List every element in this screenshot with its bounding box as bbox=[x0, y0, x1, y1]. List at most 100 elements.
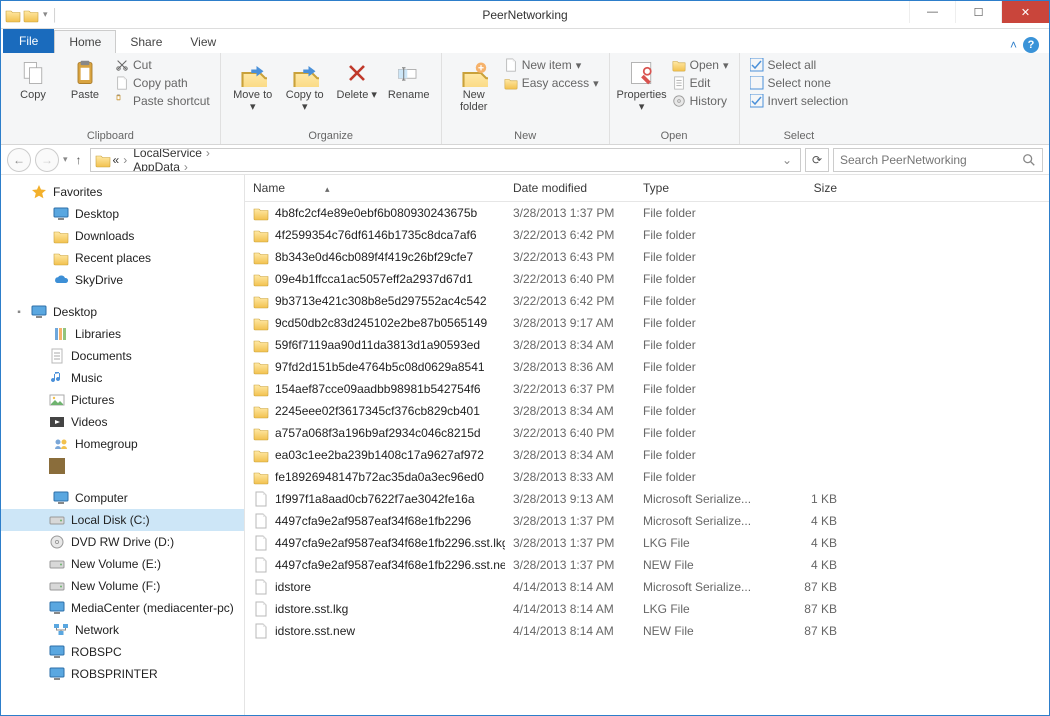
file-row[interactable]: 4497cfa9e2af9587eaf34f68e1fb2296.sst.lkg… bbox=[245, 532, 1049, 554]
new-item-button[interactable]: New item ▾ bbox=[502, 57, 601, 73]
file-row[interactable]: 9b3713e421c308b8e5d297552ac4c5423/22/201… bbox=[245, 290, 1049, 312]
address-dropdown-icon[interactable]: ⌄ bbox=[778, 153, 796, 167]
home-tab[interactable]: Home bbox=[54, 30, 116, 53]
qat-dropdown-icon[interactable]: ▾ bbox=[41, 9, 50, 20]
copy-path-button[interactable]: Copy path bbox=[113, 75, 212, 91]
file-row[interactable]: ea03c1ee2ba239b1408c17a9627af9723/28/201… bbox=[245, 444, 1049, 466]
delete-button[interactable]: Delete ▾ bbox=[333, 57, 381, 103]
nav-net-item[interactable]: ROBSPC bbox=[1, 641, 244, 663]
col-size[interactable]: Size bbox=[765, 179, 845, 197]
invert-selection-button[interactable]: Invert selection bbox=[748, 93, 851, 109]
file-row[interactable]: a757a068f3a196b9af2934c046c8215d3/22/201… bbox=[245, 422, 1049, 444]
nav-fav-item[interactable]: Recent places bbox=[1, 247, 244, 269]
maximize-button[interactable]: ☐ bbox=[955, 1, 1001, 23]
file-row[interactable]: 154aef87cce09aadbb98981b542754f63/22/201… bbox=[245, 378, 1049, 400]
folder-icon bbox=[253, 425, 269, 441]
copy-to-button[interactable]: Copy to ▾ bbox=[281, 57, 329, 115]
nav-lib-item[interactable]: Music bbox=[1, 367, 244, 389]
file-row[interactable]: fe18926948147b72ac35da0a3ec96ed03/28/201… bbox=[245, 466, 1049, 488]
view-tab[interactable]: View bbox=[176, 31, 230, 53]
col-date[interactable]: Date modified bbox=[505, 179, 635, 197]
nav-drive-item[interactable]: MediaCenter (mediacenter-pc) bbox=[1, 597, 244, 619]
select-all-button[interactable]: Select all bbox=[748, 57, 851, 73]
nav-net-item[interactable]: ROBSPRINTER bbox=[1, 663, 244, 685]
nav-desktop[interactable]: ▪Desktop bbox=[1, 301, 244, 323]
nav-fav-item[interactable]: Desktop bbox=[1, 203, 244, 225]
close-button[interactable]: ✕ bbox=[1001, 1, 1049, 23]
col-name[interactable]: Name▴ bbox=[245, 179, 505, 197]
new-label: New bbox=[450, 128, 601, 142]
history-button[interactable]: History bbox=[670, 93, 731, 109]
folder-icon bbox=[253, 359, 269, 375]
nav-lib-item[interactable]: Documents bbox=[1, 345, 244, 367]
ribbon-group-open: Properties ▾ Open ▾ Edit History Open bbox=[610, 53, 740, 144]
rename-button[interactable]: Rename bbox=[385, 57, 433, 103]
edit-button[interactable]: Edit bbox=[670, 75, 731, 91]
nav-lib-item[interactable]: Pictures bbox=[1, 389, 244, 411]
file-row[interactable]: 2245eee02f3617345cf376cb829cb4013/28/201… bbox=[245, 400, 1049, 422]
file-row[interactable]: 4b8fc2cf4e89e0ebf6b080930243675b3/28/201… bbox=[245, 202, 1049, 224]
copy-button[interactable]: Copy bbox=[9, 57, 57, 103]
search-input[interactable] bbox=[840, 153, 1022, 167]
new-folder-button[interactable]: New folder bbox=[450, 57, 498, 115]
nav-libraries[interactable]: Libraries bbox=[1, 323, 244, 345]
folder-icon bbox=[253, 315, 269, 331]
qat-folder-icon[interactable] bbox=[23, 7, 39, 23]
folder-icon bbox=[253, 403, 269, 419]
nav-fav-item[interactable]: SkyDrive bbox=[1, 269, 244, 291]
history-dropdown-icon[interactable]: ▾ bbox=[63, 154, 68, 165]
back-button[interactable]: ← bbox=[7, 148, 31, 172]
search-box[interactable] bbox=[833, 148, 1043, 172]
column-headers[interactable]: Name▴ Date modified Type Size bbox=[245, 175, 1049, 202]
file-row[interactable]: 1f997f1a8aad0cb7622f7ae3042fe16a3/28/201… bbox=[245, 488, 1049, 510]
refresh-button[interactable]: ⟳ bbox=[805, 148, 829, 172]
file-row[interactable]: idstore.sst.lkg4/14/2013 8:14 AMLKG File… bbox=[245, 598, 1049, 620]
nav-network[interactable]: Network bbox=[1, 619, 244, 641]
file-list[interactable]: Name▴ Date modified Type Size 4b8fc2cf4e… bbox=[245, 175, 1049, 715]
file-row[interactable]: 4f2599354c76df6146b1735c8dca7af63/22/201… bbox=[245, 224, 1049, 246]
nav-fav-item[interactable]: Downloads bbox=[1, 225, 244, 247]
select-none-button[interactable]: Select none bbox=[748, 75, 851, 91]
breadcrumb-box[interactable]: «› Windows›ServiceProfiles›LocalService›… bbox=[90, 148, 801, 172]
minimize-button[interactable]: — bbox=[909, 1, 955, 23]
breadcrumb-item[interactable]: LocalService› bbox=[133, 148, 230, 160]
file-row[interactable]: 59f6f7119aa90d11da3813d1a90593ed3/28/201… bbox=[245, 334, 1049, 356]
file-icon bbox=[253, 601, 269, 617]
file-row[interactable]: idstore.sst.new4/14/2013 8:14 AMNEW File… bbox=[245, 620, 1049, 642]
col-type[interactable]: Type bbox=[635, 179, 765, 197]
nav-lib-item[interactable]: Videos bbox=[1, 411, 244, 433]
file-row[interactable]: 09e4b1ffcca1ac5057eff2a2937d67d13/22/201… bbox=[245, 268, 1049, 290]
collapse-ribbon-icon[interactable]: ˄ bbox=[1010, 38, 1017, 52]
ribbon-group-select: Select all Select none Invert selection … bbox=[740, 53, 859, 144]
nav-favorites[interactable]: Favorites bbox=[1, 181, 244, 203]
breadcrumb-overflow[interactable]: «› bbox=[113, 153, 132, 167]
nav-pane[interactable]: Favorites DesktopDownloadsRecent placesS… bbox=[1, 175, 245, 715]
nav-drive-item[interactable]: New Volume (E:) bbox=[1, 553, 244, 575]
forward-button[interactable]: → bbox=[35, 148, 59, 172]
nav-drive-item[interactable]: New Volume (F:) bbox=[1, 575, 244, 597]
file-row[interactable]: 8b343e0d46cb089f4f419c26bf29cfe73/22/201… bbox=[245, 246, 1049, 268]
move-to-button[interactable]: Move to ▾ bbox=[229, 57, 277, 115]
nav-computer[interactable]: Computer bbox=[1, 487, 244, 509]
file-row[interactable]: 9cd50db2c83d245102e2be87b05651493/28/201… bbox=[245, 312, 1049, 334]
open-button[interactable]: Open ▾ bbox=[670, 57, 731, 73]
file-row[interactable]: idstore4/14/2013 8:14 AMMicrosoft Serial… bbox=[245, 576, 1049, 598]
paste-button[interactable]: Paste bbox=[61, 57, 109, 103]
nav-homegroup[interactable]: Homegroup bbox=[1, 433, 244, 455]
paste-shortcut-button[interactable]: Paste shortcut bbox=[113, 93, 212, 109]
help-button[interactable]: ? bbox=[1023, 37, 1039, 53]
properties-button[interactable]: Properties ▾ bbox=[618, 57, 666, 115]
nav-homegroup-user[interactable] bbox=[1, 455, 244, 477]
open-label: Open bbox=[618, 128, 731, 142]
share-tab[interactable]: Share bbox=[116, 31, 176, 53]
file-row[interactable]: 4497cfa9e2af9587eaf34f68e1fb22963/28/201… bbox=[245, 510, 1049, 532]
nav-drive-item[interactable]: Local Disk (C:) bbox=[1, 509, 244, 531]
up-button[interactable]: ↑ bbox=[72, 153, 86, 167]
cut-button[interactable]: Cut bbox=[113, 57, 212, 73]
nav-drive-item[interactable]: DVD RW Drive (D:) bbox=[1, 531, 244, 553]
file-row[interactable]: 97fd2d151b5de4764b5c08d0629a85413/28/201… bbox=[245, 356, 1049, 378]
easy-access-button[interactable]: Easy access ▾ bbox=[502, 75, 601, 91]
file-tab[interactable]: File bbox=[3, 29, 54, 53]
file-row[interactable]: 4497cfa9e2af9587eaf34f68e1fb2296.sst.new… bbox=[245, 554, 1049, 576]
breadcrumb-item[interactable]: AppData› bbox=[133, 160, 230, 172]
